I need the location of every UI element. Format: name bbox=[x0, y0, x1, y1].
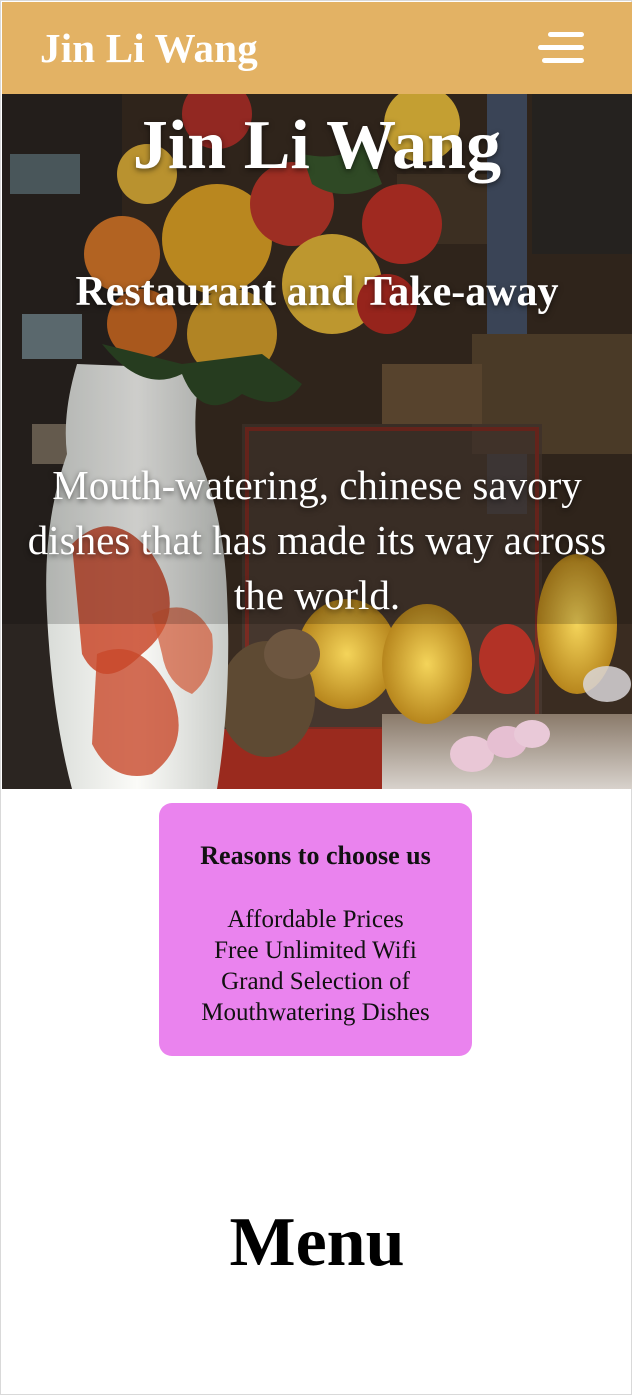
menu-heading: Menu bbox=[229, 1204, 405, 1281]
reasons-card: Reasons to choose us Affordable Prices F… bbox=[159, 803, 472, 1056]
brand-logo-link[interactable]: Jin Li Wang bbox=[40, 24, 258, 72]
hero-title: Jin Li Wang bbox=[132, 107, 502, 184]
reasons-list: Affordable Prices Free Unlimited Wifi Gr… bbox=[159, 904, 472, 1028]
reasons-heading: Reasons to choose us bbox=[200, 841, 431, 870]
hamburger-menu-icon[interactable] bbox=[538, 31, 584, 65]
hamburger-line bbox=[538, 45, 584, 50]
hero-section: Jin Li Wang Restaurant and Take-away Mou… bbox=[2, 94, 632, 789]
reason-item: Grand Selection of Mouthwatering Dishes bbox=[201, 968, 430, 1026]
reason-item: Affordable Prices bbox=[227, 906, 404, 933]
reason-item: Free Unlimited Wifi bbox=[214, 937, 417, 964]
hero-subtitle: Restaurant and Take-away bbox=[75, 269, 559, 315]
hero-description: Mouth-watering, chinese savory dishes th… bbox=[27, 462, 607, 618]
navbar: Jin Li Wang bbox=[2, 2, 632, 94]
hamburger-line bbox=[542, 58, 584, 63]
hamburger-line bbox=[548, 32, 584, 37]
